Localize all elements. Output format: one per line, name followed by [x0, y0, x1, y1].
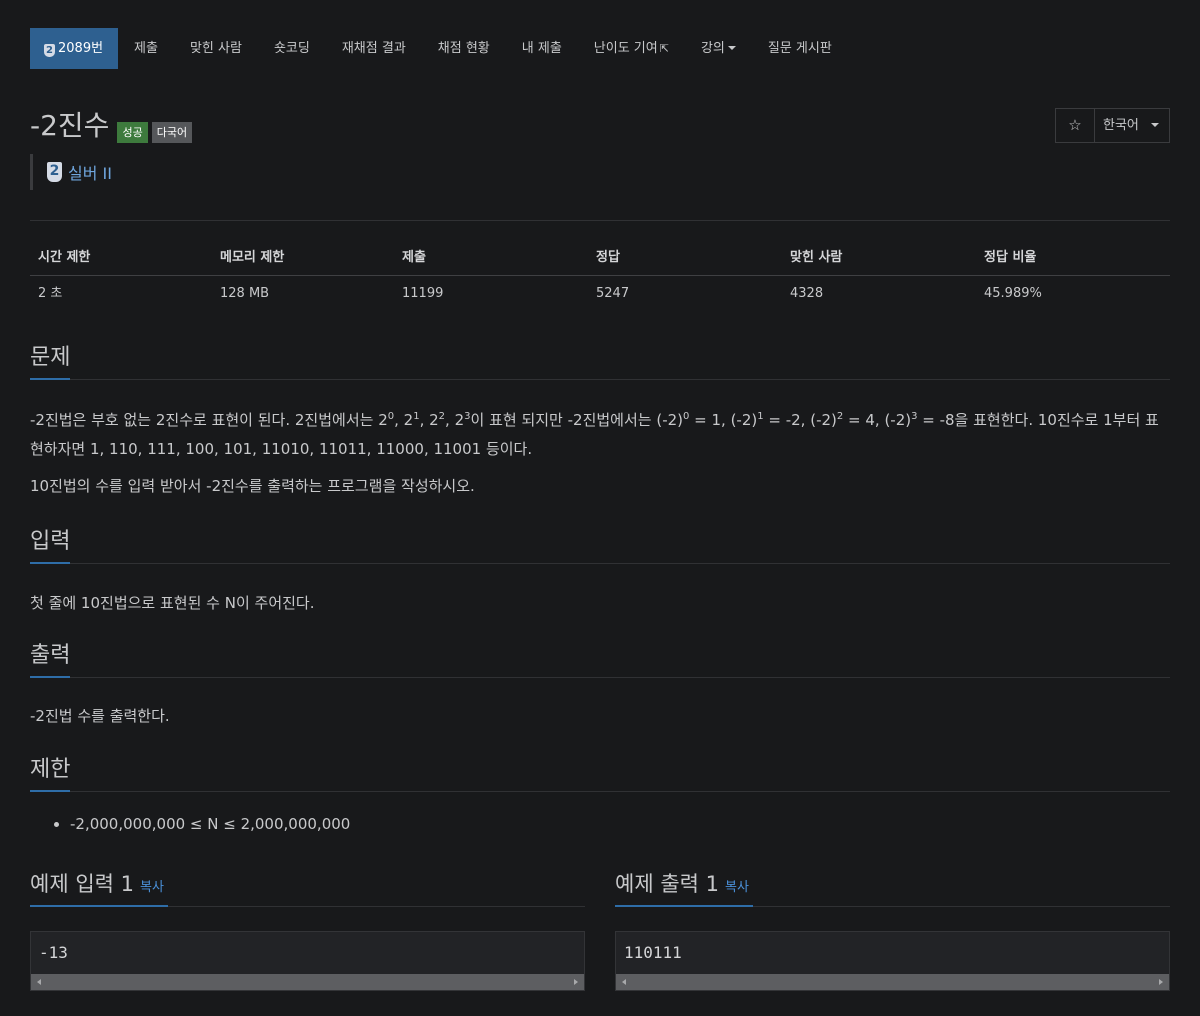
- section-title-limits: 제한: [30, 757, 71, 782]
- limits-section: 제한 -2,000,000,000 ≤ N ≤ 2,000,000,000: [30, 754, 1170, 833]
- header-accept-ratio: 정답 비율: [984, 250, 1037, 265]
- language-select[interactable]: 한국어: [1095, 109, 1169, 142]
- cell-submissions: 11199: [402, 286, 444, 301]
- problem-title-row: -2진수 성공 다국어: [30, 108, 193, 144]
- silver-tier-icon: 2: [44, 44, 55, 57]
- problem-paragraph-1: -2진법은 부호 없는 2진수로 표현이 된다. 2진법에서는 20, 21, …: [30, 406, 1170, 464]
- section-title-output: 출력: [30, 643, 71, 668]
- tab-solved-users[interactable]: 맞힌 사람: [174, 28, 258, 69]
- section-title-input: 입력: [30, 529, 71, 554]
- scroll-left-icon[interactable]: [622, 979, 626, 985]
- sample-output-value: 110111: [624, 943, 682, 962]
- copy-button[interactable]: 복사: [140, 880, 164, 895]
- text-run: , 2: [419, 411, 439, 429]
- tab-my-submissions[interactable]: 내 제출: [506, 28, 578, 69]
- sample-output-box[interactable]: 110111: [615, 931, 1170, 991]
- divider: [30, 220, 1170, 221]
- section-header: 입력: [30, 526, 1170, 564]
- external-link-icon: ⇱: [659, 42, 669, 55]
- horizontal-scrollbar[interactable]: [31, 974, 584, 990]
- problem-info-table: 시간 제한 메모리 제한 제출 정답 맞힌 사람 정답 비율 2 초 128 M…: [30, 240, 1170, 312]
- tab-problem-label: 2089번: [58, 41, 104, 56]
- sample-output-title: 예제 출력 1: [615, 872, 719, 896]
- title-actions: ☆ 한국어: [1055, 108, 1170, 143]
- text-run: , 2: [394, 411, 414, 429]
- header-time-limit: 시간 제한: [38, 250, 91, 265]
- scroll-left-icon[interactable]: [37, 979, 41, 985]
- tier-link[interactable]: 실버 II: [68, 160, 112, 184]
- tab-question-board[interactable]: 질문 게시판: [752, 28, 848, 69]
- sample-input-box[interactable]: -13: [30, 931, 585, 991]
- section-underline: [30, 378, 70, 380]
- text-run: = -2, (-2): [763, 411, 837, 429]
- text-run: -2진법은 부호 없는 2진수로 표현이 된다. 2진법에서는 2: [30, 411, 388, 429]
- problem-nav: 2 2089번 제출 맞힌 사람 숏코딩 재채점 결과 채점 현황 내 제출 난이…: [30, 28, 848, 69]
- section-title-sample-output: 예제 출력 1 복사: [615, 864, 1170, 908]
- section-header: 예제 출력 1 복사: [615, 864, 1170, 907]
- text-run: 이 표현 되지만 -2진법에서는 (-2): [470, 411, 684, 429]
- constraint-list: -2,000,000,000 ≤ N ≤ 2,000,000,000: [30, 815, 1170, 833]
- tab-problem[interactable]: 2 2089번: [30, 28, 119, 69]
- horizontal-scrollbar[interactable]: [616, 974, 1169, 990]
- sample-input-title: 예제 입력 1: [30, 872, 134, 896]
- section-header: 제한: [30, 754, 1170, 792]
- text-run: , 2: [445, 411, 465, 429]
- language-select-value: 한국어: [1103, 118, 1139, 133]
- chevron-down-icon: [1150, 123, 1159, 127]
- cell-accepted: 5247: [596, 286, 630, 301]
- cell-accept-ratio: 45.989%: [984, 286, 1042, 301]
- star-icon[interactable]: ☆: [1056, 109, 1095, 142]
- scroll-right-icon[interactable]: [574, 979, 578, 985]
- section-header: 출력: [30, 640, 1170, 678]
- tab-short-coding[interactable]: 숏코딩: [258, 28, 326, 69]
- copy-button[interactable]: 복사: [725, 880, 749, 895]
- cell-memory-limit: 128 MB: [220, 286, 270, 301]
- chevron-down-icon: [727, 46, 736, 50]
- scroll-right-icon[interactable]: [1159, 979, 1163, 985]
- header-memory-limit: 메모리 제한: [220, 250, 285, 265]
- list-item: -2,000,000,000 ≤ N ≤ 2,000,000,000: [70, 815, 1170, 833]
- output-description: -2진법 수를 출력한다.: [30, 707, 170, 725]
- section-underline: [615, 905, 753, 907]
- sample-output-section: 예제 출력 1 복사 110111: [615, 864, 1170, 991]
- table-header-row: 시간 제한 메모리 제한 제출 정답 맞힌 사람 정답 비율: [30, 240, 1170, 276]
- header-accepted: 정답: [596, 250, 620, 265]
- section-underline: [30, 676, 70, 678]
- text-run: = 1, (-2): [689, 411, 758, 429]
- header-solved-users: 맞힌 사람: [790, 250, 843, 265]
- problem-section: 문제 -2진법은 부호 없는 2진수로 표현이 된다. 2진법에서는 20, 2…: [30, 342, 1170, 501]
- input-section: 입력 첫 줄에 10진법으로 표현된 수 N이 주어진다.: [30, 526, 1170, 618]
- status-badge-success: 성공: [117, 122, 148, 143]
- silver-tier-badge-icon: 2: [47, 162, 62, 182]
- tab-rejudge-results[interactable]: 재채점 결과: [326, 28, 422, 69]
- sample-input-section: 예제 입력 1 복사 -13: [30, 864, 585, 991]
- tab-lectures-dropdown[interactable]: 강의: [685, 28, 752, 69]
- problem-description: -2진법은 부호 없는 2진수로 표현이 된다. 2진법에서는 20, 21, …: [30, 406, 1170, 501]
- section-underline: [30, 790, 70, 792]
- tab-difficulty-contribution[interactable]: 난이도 기여 ⇱: [578, 28, 685, 69]
- tab-submit[interactable]: 제출: [118, 28, 174, 69]
- multilanguage-badge: 다국어: [151, 122, 193, 143]
- tab-judge-status[interactable]: 채점 현황: [422, 28, 506, 69]
- section-header: 문제: [30, 342, 1170, 380]
- cell-solved-users: 4328: [790, 286, 824, 301]
- input-description: 첫 줄에 10진법으로 표현된 수 N이 주어진다.: [30, 594, 315, 612]
- section-title-sample-input: 예제 입력 1 복사: [30, 864, 585, 908]
- tab-difficulty-label: 난이도 기여: [593, 41, 658, 56]
- section-title-problem: 문제: [30, 345, 71, 370]
- problem-paragraph-2: 10진법의 수를 입력 받아서 -2진수를 출력하는 프로그램을 작성하시오.: [30, 477, 475, 495]
- header-submissions: 제출: [402, 250, 426, 265]
- sample-input-value: -13: [39, 943, 68, 962]
- section-header: 예제 입력 1 복사: [30, 864, 585, 907]
- section-underline: [30, 562, 70, 564]
- page-title: -2진수: [30, 109, 110, 142]
- section-underline: [30, 905, 168, 907]
- cell-time-limit: 2 초: [38, 286, 63, 301]
- tab-lectures-label: 강의: [700, 41, 725, 56]
- output-section: 출력 -2진법 수를 출력한다.: [30, 640, 1170, 731]
- table-row: 2 초 128 MB 11199 5247 4328 45.989%: [30, 276, 1170, 312]
- text-run: = 4, (-2): [843, 411, 912, 429]
- problem-tier: 2 실버 II: [30, 154, 112, 190]
